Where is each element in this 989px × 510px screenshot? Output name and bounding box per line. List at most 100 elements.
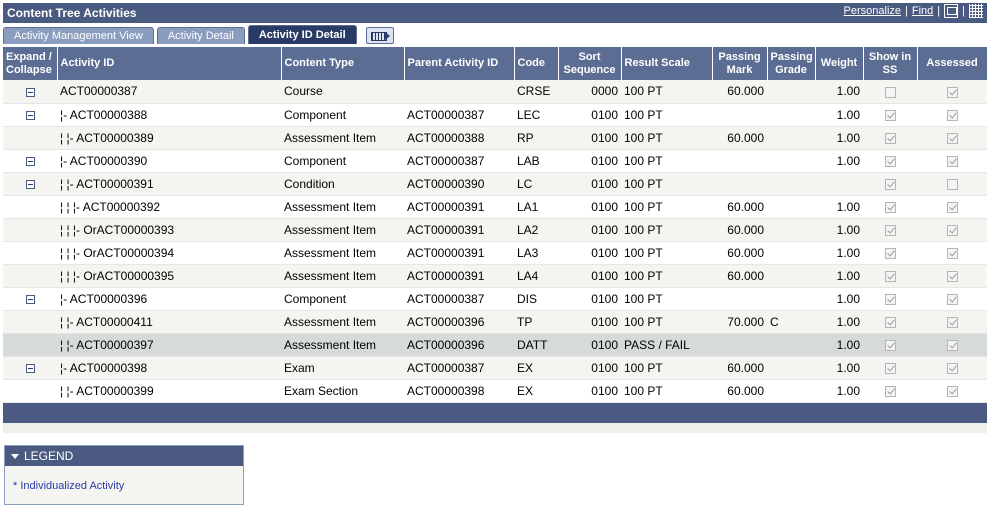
legend-header[interactable]: LEGEND xyxy=(5,446,243,466)
collapse-icon[interactable] xyxy=(25,294,35,304)
col-weight[interactable]: Weight xyxy=(815,47,864,80)
expand-cell xyxy=(3,310,57,334)
show-in-ss-checkbox[interactable] xyxy=(884,132,896,144)
assessed-checkbox[interactable] xyxy=(946,132,958,144)
personalize-link[interactable]: Personalize xyxy=(844,5,901,17)
col-activity-id[interactable]: Activity ID xyxy=(57,47,282,80)
passing-grade-cell xyxy=(767,241,815,265)
assessed-checkbox[interactable] xyxy=(946,201,958,213)
download-grid-icon[interactable] xyxy=(969,4,983,18)
activity-id-cell[interactable]: ¦ ¦ ¦- ACT00000392 xyxy=(57,195,281,219)
activity-id-cell[interactable]: ¦ ¦- ACT00000391 xyxy=(57,172,281,196)
assessed-checkbox[interactable] xyxy=(946,385,958,397)
activity-id-cell[interactable]: ¦ ¦ ¦- OrACT00000393 xyxy=(57,218,281,242)
show-in-ss-checkbox[interactable] xyxy=(884,339,896,351)
assessed-checkbox[interactable] xyxy=(946,178,958,190)
show-in-ss-cell xyxy=(863,195,917,219)
collapse-icon[interactable] xyxy=(25,179,35,189)
content-type-cell: Assessment Item xyxy=(281,195,404,219)
table-row[interactable]: ¦ ¦- ACT00000411 Assessment Item ACT000003… xyxy=(3,310,987,334)
activity-id-cell[interactable]: ¦ ¦- ACT00000411 xyxy=(57,310,281,334)
assessed-checkbox[interactable] xyxy=(946,362,958,374)
show-in-ss-checkbox[interactable] xyxy=(884,385,896,397)
assessed-checkbox[interactable] xyxy=(946,316,958,328)
table-row[interactable]: ¦ ¦- ACT00000397 Assessment Item ACT000003… xyxy=(3,333,987,357)
passing-grade-cell xyxy=(767,356,815,380)
col-code[interactable]: Code xyxy=(514,47,559,80)
show-in-ss-checkbox[interactable] xyxy=(884,86,896,98)
view-all-icon[interactable] xyxy=(944,4,959,18)
show-in-ss-checkbox[interactable] xyxy=(884,178,896,190)
show-in-ss-checkbox[interactable] xyxy=(884,316,896,328)
table-row[interactable]: ¦ ¦ ¦- OrACT00000393 Assessment Item ACT00… xyxy=(3,218,987,242)
col-content-type[interactable]: Content Type xyxy=(281,47,405,80)
activity-id-cell[interactable]: ¦ ¦- ACT00000397 xyxy=(57,333,281,357)
grid-title-bar: Content Tree Activities Personalize | Fi… xyxy=(3,3,987,23)
weight-cell: 1.00 xyxy=(815,103,863,127)
show-in-ss-checkbox[interactable] xyxy=(884,109,896,121)
activity-id-cell[interactable]: ¦ ¦- ACT00000399 xyxy=(57,379,281,403)
table-row[interactable]: ¦ ¦- ACT00000389 Assessment Item ACT000003… xyxy=(3,126,987,150)
col-passing-grade[interactable]: Passing Grade xyxy=(767,47,816,80)
assessed-checkbox[interactable] xyxy=(946,339,958,351)
table-row[interactable]: ¦ ¦ ¦- OrACT00000394 Assessment Item ACT00… xyxy=(3,241,987,265)
sort-sequence-cell: 0100 xyxy=(558,333,621,357)
activity-id-cell[interactable]: ¦ ¦ ¦- OrACT00000395 xyxy=(57,264,281,288)
collapse-icon[interactable] xyxy=(25,363,35,373)
expand-cell xyxy=(3,333,57,357)
table-row[interactable]: ¦- ACT00000398 Exam ACT00000387 EX 0100 100 P… xyxy=(3,356,987,380)
parent-activity-cell: ACT00000387 xyxy=(404,287,514,311)
assessed-checkbox[interactable] xyxy=(946,247,958,259)
activity-id-cell[interactable]: ¦ ¦- ACT00000389 xyxy=(57,126,281,150)
col-sort-sequence[interactable]: Sort Sequence xyxy=(558,47,622,80)
assessed-checkbox[interactable] xyxy=(946,86,958,98)
activity-id-cell[interactable]: ¦- ACT00000396 xyxy=(57,287,281,311)
separator: | xyxy=(937,5,941,17)
show-in-ss-checkbox[interactable] xyxy=(884,247,896,259)
col-passing-mark[interactable]: Passing Mark xyxy=(712,47,768,80)
show-in-ss-checkbox[interactable] xyxy=(884,362,896,374)
table-row[interactable]: ¦- ACT00000396 Component ACT00000387 DIS 010… xyxy=(3,287,987,311)
assessed-checkbox[interactable] xyxy=(946,270,958,282)
col-show-in-ss[interactable]: Show in SS xyxy=(863,47,918,80)
table-row[interactable]: ¦ ¦ ¦- OrACT00000395 Assessment Item ACT00… xyxy=(3,264,987,288)
table-row[interactable]: ¦ ¦ ¦- ACT00000392 Assessment Item ACT0000… xyxy=(3,195,987,219)
assessed-checkbox[interactable] xyxy=(946,224,958,236)
show-in-ss-checkbox[interactable] xyxy=(884,270,896,282)
parent-activity-cell: ACT00000387 xyxy=(404,103,514,127)
collapse-icon[interactable] xyxy=(25,156,35,166)
tab-activity-id-detail[interactable]: Activity ID Detail xyxy=(247,25,357,44)
show-in-ss-checkbox[interactable] xyxy=(884,293,896,305)
table-row[interactable]: ¦- ACT00000390 Component ACT00000387 LAB 010… xyxy=(3,149,987,173)
collapse-icon[interactable] xyxy=(25,87,35,97)
collapse-icon[interactable] xyxy=(25,110,35,120)
table-row[interactable]: ¦ ¦- ACT00000399 Exam Section ACT00000398 E… xyxy=(3,379,987,403)
activity-id-cell[interactable]: ¦- ACT00000390 xyxy=(57,149,281,173)
show-all-columns-icon[interactable] xyxy=(365,27,394,44)
show-in-ss-checkbox[interactable] xyxy=(884,224,896,236)
assessed-checkbox[interactable] xyxy=(946,109,958,121)
parent-activity-cell: ACT00000387 xyxy=(404,149,514,173)
passing-mark-cell: 60.000 xyxy=(712,356,767,380)
assessed-cell xyxy=(917,264,987,288)
activity-id-cell[interactable]: ¦- ACT00000388 xyxy=(57,103,281,127)
show-in-ss-checkbox[interactable] xyxy=(884,155,896,167)
tab-activity-detail[interactable]: Activity Detail xyxy=(156,27,245,44)
col-assessed[interactable]: Assessed xyxy=(917,47,988,80)
table-row[interactable]: ¦ ¦- ACT00000391 Condition ACT00000390 LC 01… xyxy=(3,172,987,196)
show-in-ss-checkbox[interactable] xyxy=(884,201,896,213)
weight-cell: 1.00 xyxy=(815,241,863,265)
col-parent-activity-id[interactable]: Parent Activity ID xyxy=(404,47,515,80)
tab-activity-management-view[interactable]: Activity Management View xyxy=(3,27,154,44)
find-link[interactable]: Find xyxy=(912,5,933,17)
table-row[interactable]: ACT00000387 Course CRSE 0000 100 PT 60.000 1.0… xyxy=(3,80,987,104)
passing-mark-cell: 60.000 xyxy=(712,126,767,150)
activity-id-cell[interactable]: ¦- ACT00000398 xyxy=(57,356,281,380)
assessed-checkbox[interactable] xyxy=(946,293,958,305)
table-row[interactable]: ¦- ACT00000388 Component ACT00000387 LEC 010… xyxy=(3,103,987,127)
col-result-scale[interactable]: Result Scale xyxy=(621,47,713,80)
activity-id-cell[interactable]: ¦ ¦ ¦- OrACT00000394 xyxy=(57,241,281,265)
activity-id-cell[interactable]: ACT00000387 xyxy=(57,80,281,104)
weight-cell: 1.00 xyxy=(815,287,863,311)
assessed-checkbox[interactable] xyxy=(946,155,958,167)
